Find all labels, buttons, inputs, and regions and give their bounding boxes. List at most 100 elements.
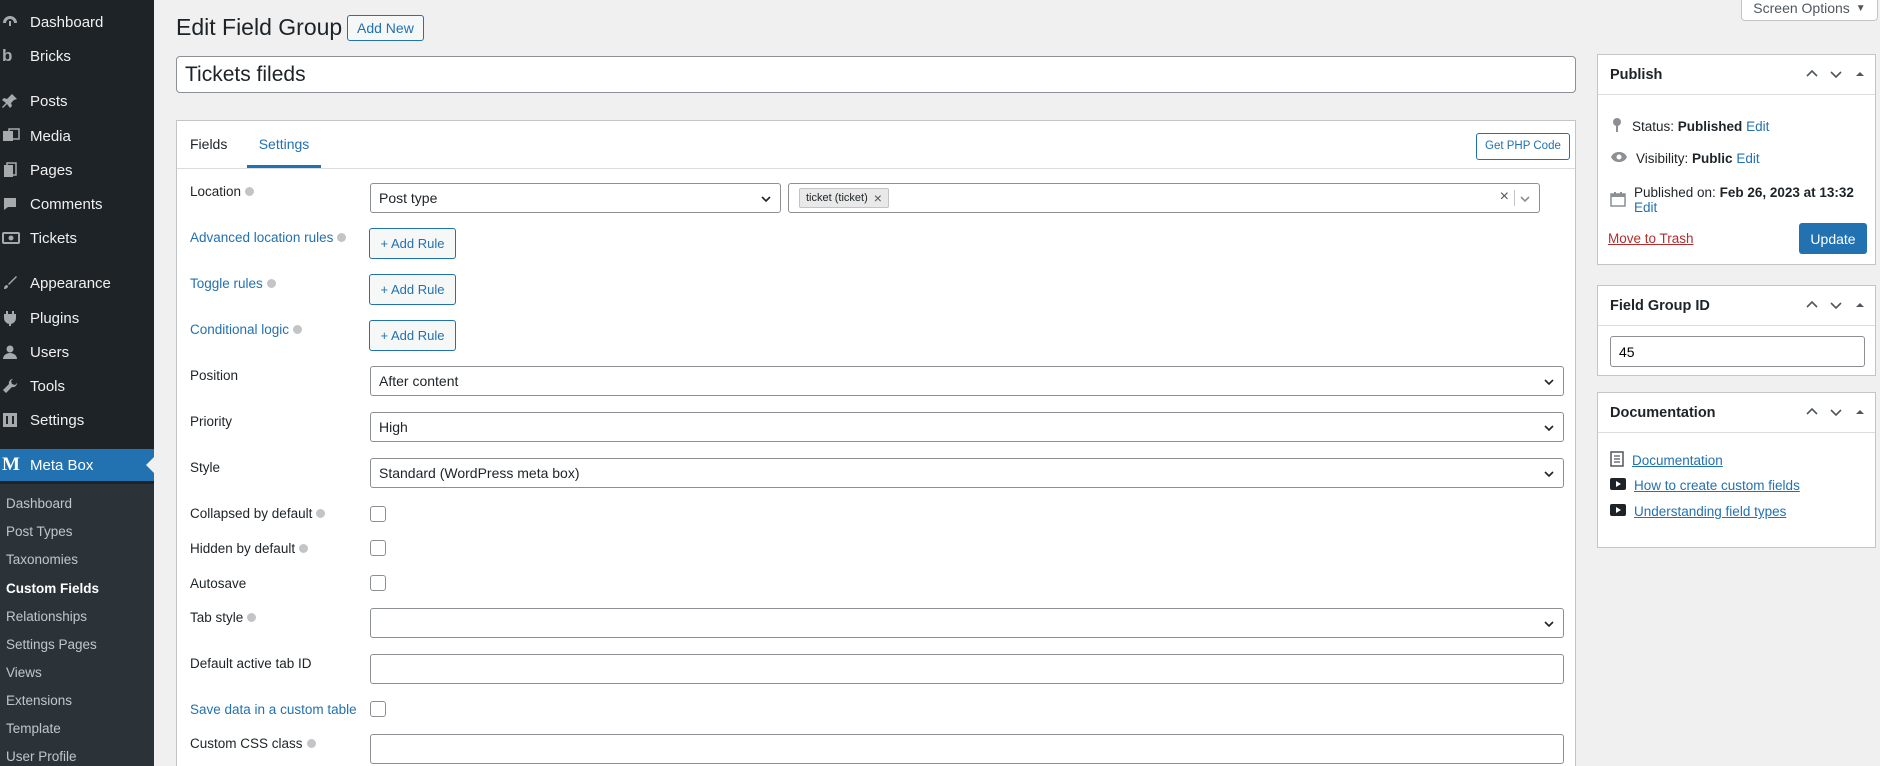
collapse-icon[interactable] xyxy=(1853,405,1867,422)
metabox-logo-icon: M xyxy=(2,454,20,475)
publish-box-header: Publish xyxy=(1598,55,1875,95)
help-icon[interactable] xyxy=(266,279,276,288)
get-php-code-button[interactable]: Get PHP Code xyxy=(1476,133,1570,160)
submenu-post-types[interactable]: Post Types xyxy=(6,524,73,539)
help-icon[interactable] xyxy=(247,613,257,622)
submenu-extensions[interactable]: Extensions xyxy=(6,693,72,708)
tab-style-select[interactable] xyxy=(370,608,1564,638)
menu-dashboard[interactable]: Dashboard xyxy=(0,7,154,37)
menu-pages-label: Pages xyxy=(30,161,73,179)
tab-settings[interactable]: Settings xyxy=(247,121,321,168)
clear-icon[interactable]: × xyxy=(1500,188,1509,206)
priority-label: Priority xyxy=(190,414,233,429)
location-value-select[interactable]: ticket (ticket) × × xyxy=(788,183,1540,213)
chevron-down-icon xyxy=(1543,467,1555,483)
menu-plugins[interactable]: Plugins xyxy=(0,303,154,333)
page-title: Edit Field Group xyxy=(176,14,343,40)
move-down-icon[interactable] xyxy=(1829,298,1843,315)
advanced-location-rules-text: Advanced location rules xyxy=(190,230,334,245)
documentation-header: Documentation xyxy=(1598,393,1875,433)
add-toggle-rule-button[interactable]: + Add Rule xyxy=(369,274,456,305)
help-icon[interactable] xyxy=(245,187,255,196)
custom-css-class-input[interactable] xyxy=(370,734,1564,764)
chevron-down-icon[interactable] xyxy=(1519,192,1531,208)
submenu-relationships[interactable]: Relationships xyxy=(6,609,87,624)
move-up-icon[interactable] xyxy=(1805,405,1819,422)
screen-options-label: Screen Options xyxy=(1753,0,1850,16)
priority-select[interactable]: High xyxy=(370,412,1564,442)
edit-date-link[interactable]: Edit xyxy=(1634,200,1657,215)
tab-style-text: Tab style xyxy=(190,610,244,625)
move-down-icon[interactable] xyxy=(1829,405,1843,422)
plug-icon xyxy=(2,310,26,326)
menu-users[interactable]: Users xyxy=(0,337,154,367)
submenu-settings-pages[interactable]: Settings Pages xyxy=(6,637,97,652)
menu-comments[interactable]: Comments xyxy=(0,189,154,219)
wrench-icon xyxy=(2,378,26,394)
menu-tools[interactable]: Tools xyxy=(0,371,154,401)
menu-media-label: Media xyxy=(30,127,71,145)
documentation-title: Documentation xyxy=(1610,405,1716,421)
tab-fields[interactable]: Fields xyxy=(190,121,227,168)
submenu-user-profile[interactable]: User Profile xyxy=(6,749,77,764)
help-icon[interactable] xyxy=(299,544,309,553)
close-icon[interactable]: × xyxy=(874,190,882,206)
documentation-link[interactable]: Documentation xyxy=(1632,453,1723,468)
submenu-custom-fields[interactable]: Custom Fields xyxy=(6,581,99,596)
add-advanced-rule-button[interactable]: + Add Rule xyxy=(369,228,456,259)
menu-appearance[interactable]: Appearance xyxy=(0,268,154,298)
field-group-id-input[interactable] xyxy=(1610,336,1865,367)
update-button[interactable]: Update xyxy=(1799,223,1867,254)
style-select[interactable]: Standard (WordPress meta box) xyxy=(370,458,1564,488)
priority-value: High xyxy=(379,419,408,435)
chevron-down-icon xyxy=(1543,375,1555,391)
edit-status-link[interactable]: Edit xyxy=(1746,119,1769,134)
default-active-tab-input[interactable] xyxy=(370,654,1564,684)
location-type-select[interactable]: Post type xyxy=(370,183,781,213)
document-icon xyxy=(1610,451,1624,470)
chevron-down-icon xyxy=(760,192,772,208)
collapse-icon[interactable] xyxy=(1853,298,1867,315)
collapsed-by-default-text: Collapsed by default xyxy=(190,506,313,521)
menu-posts[interactable]: Posts xyxy=(0,86,154,116)
menu-settings[interactable]: Settings xyxy=(0,405,154,435)
understanding-field-types-link[interactable]: Understanding field types xyxy=(1634,504,1786,519)
menu-plugins-label: Plugins xyxy=(30,309,80,327)
help-icon[interactable] xyxy=(293,325,303,334)
menu-tickets[interactable]: Tickets xyxy=(0,223,154,253)
move-up-icon[interactable] xyxy=(1805,67,1819,84)
collapse-icon[interactable] xyxy=(1853,67,1867,84)
help-icon[interactable] xyxy=(337,233,347,242)
style-value: Standard (WordPress meta box) xyxy=(379,465,580,481)
how-to-create-custom-fields-link[interactable]: How to create custom fields xyxy=(1634,478,1800,493)
autosave-checkbox[interactable] xyxy=(370,575,386,591)
submenu-template[interactable]: Template xyxy=(6,721,61,736)
screen-options-button[interactable]: Screen Options ▼ xyxy=(1741,0,1878,21)
menu-media[interactable]: Media xyxy=(0,121,154,151)
add-new-button[interactable]: Add New xyxy=(347,15,424,41)
menu-meta-box[interactable]: M Meta Box xyxy=(0,449,154,481)
doc-link-row: Understanding field types xyxy=(1610,503,1786,520)
help-icon[interactable] xyxy=(306,739,316,748)
menu-pages[interactable]: Pages xyxy=(0,155,154,185)
collapsed-by-default-checkbox[interactable] xyxy=(370,506,386,522)
menu-bricks[interactable]: b Bricks xyxy=(0,41,154,71)
help-icon[interactable] xyxy=(316,509,326,518)
edit-visibility-link[interactable]: Edit xyxy=(1736,151,1759,166)
field-group-title-input[interactable] xyxy=(176,56,1576,93)
submenu-taxonomies[interactable]: Taxonomies xyxy=(6,552,78,567)
submenu-dashboard[interactable]: Dashboard xyxy=(6,496,72,511)
move-up-icon[interactable] xyxy=(1805,298,1819,315)
move-to-trash-link[interactable]: Move to Trash xyxy=(1608,231,1694,246)
key-pin-icon xyxy=(1610,117,1624,136)
field-group-id-header: Field Group ID xyxy=(1598,286,1875,326)
position-select[interactable]: After content xyxy=(370,366,1564,396)
hidden-by-default-checkbox[interactable] xyxy=(370,540,386,556)
visibility-label: Visibility: xyxy=(1636,151,1689,166)
move-down-icon[interactable] xyxy=(1829,67,1843,84)
visibility-row: Visibility: Public Edit xyxy=(1610,151,1760,166)
location-chip: ticket (ticket) × xyxy=(799,188,889,208)
custom-table-checkbox[interactable] xyxy=(370,701,386,717)
submenu-views[interactable]: Views xyxy=(6,665,42,680)
add-conditional-rule-button[interactable]: + Add Rule xyxy=(369,320,456,351)
